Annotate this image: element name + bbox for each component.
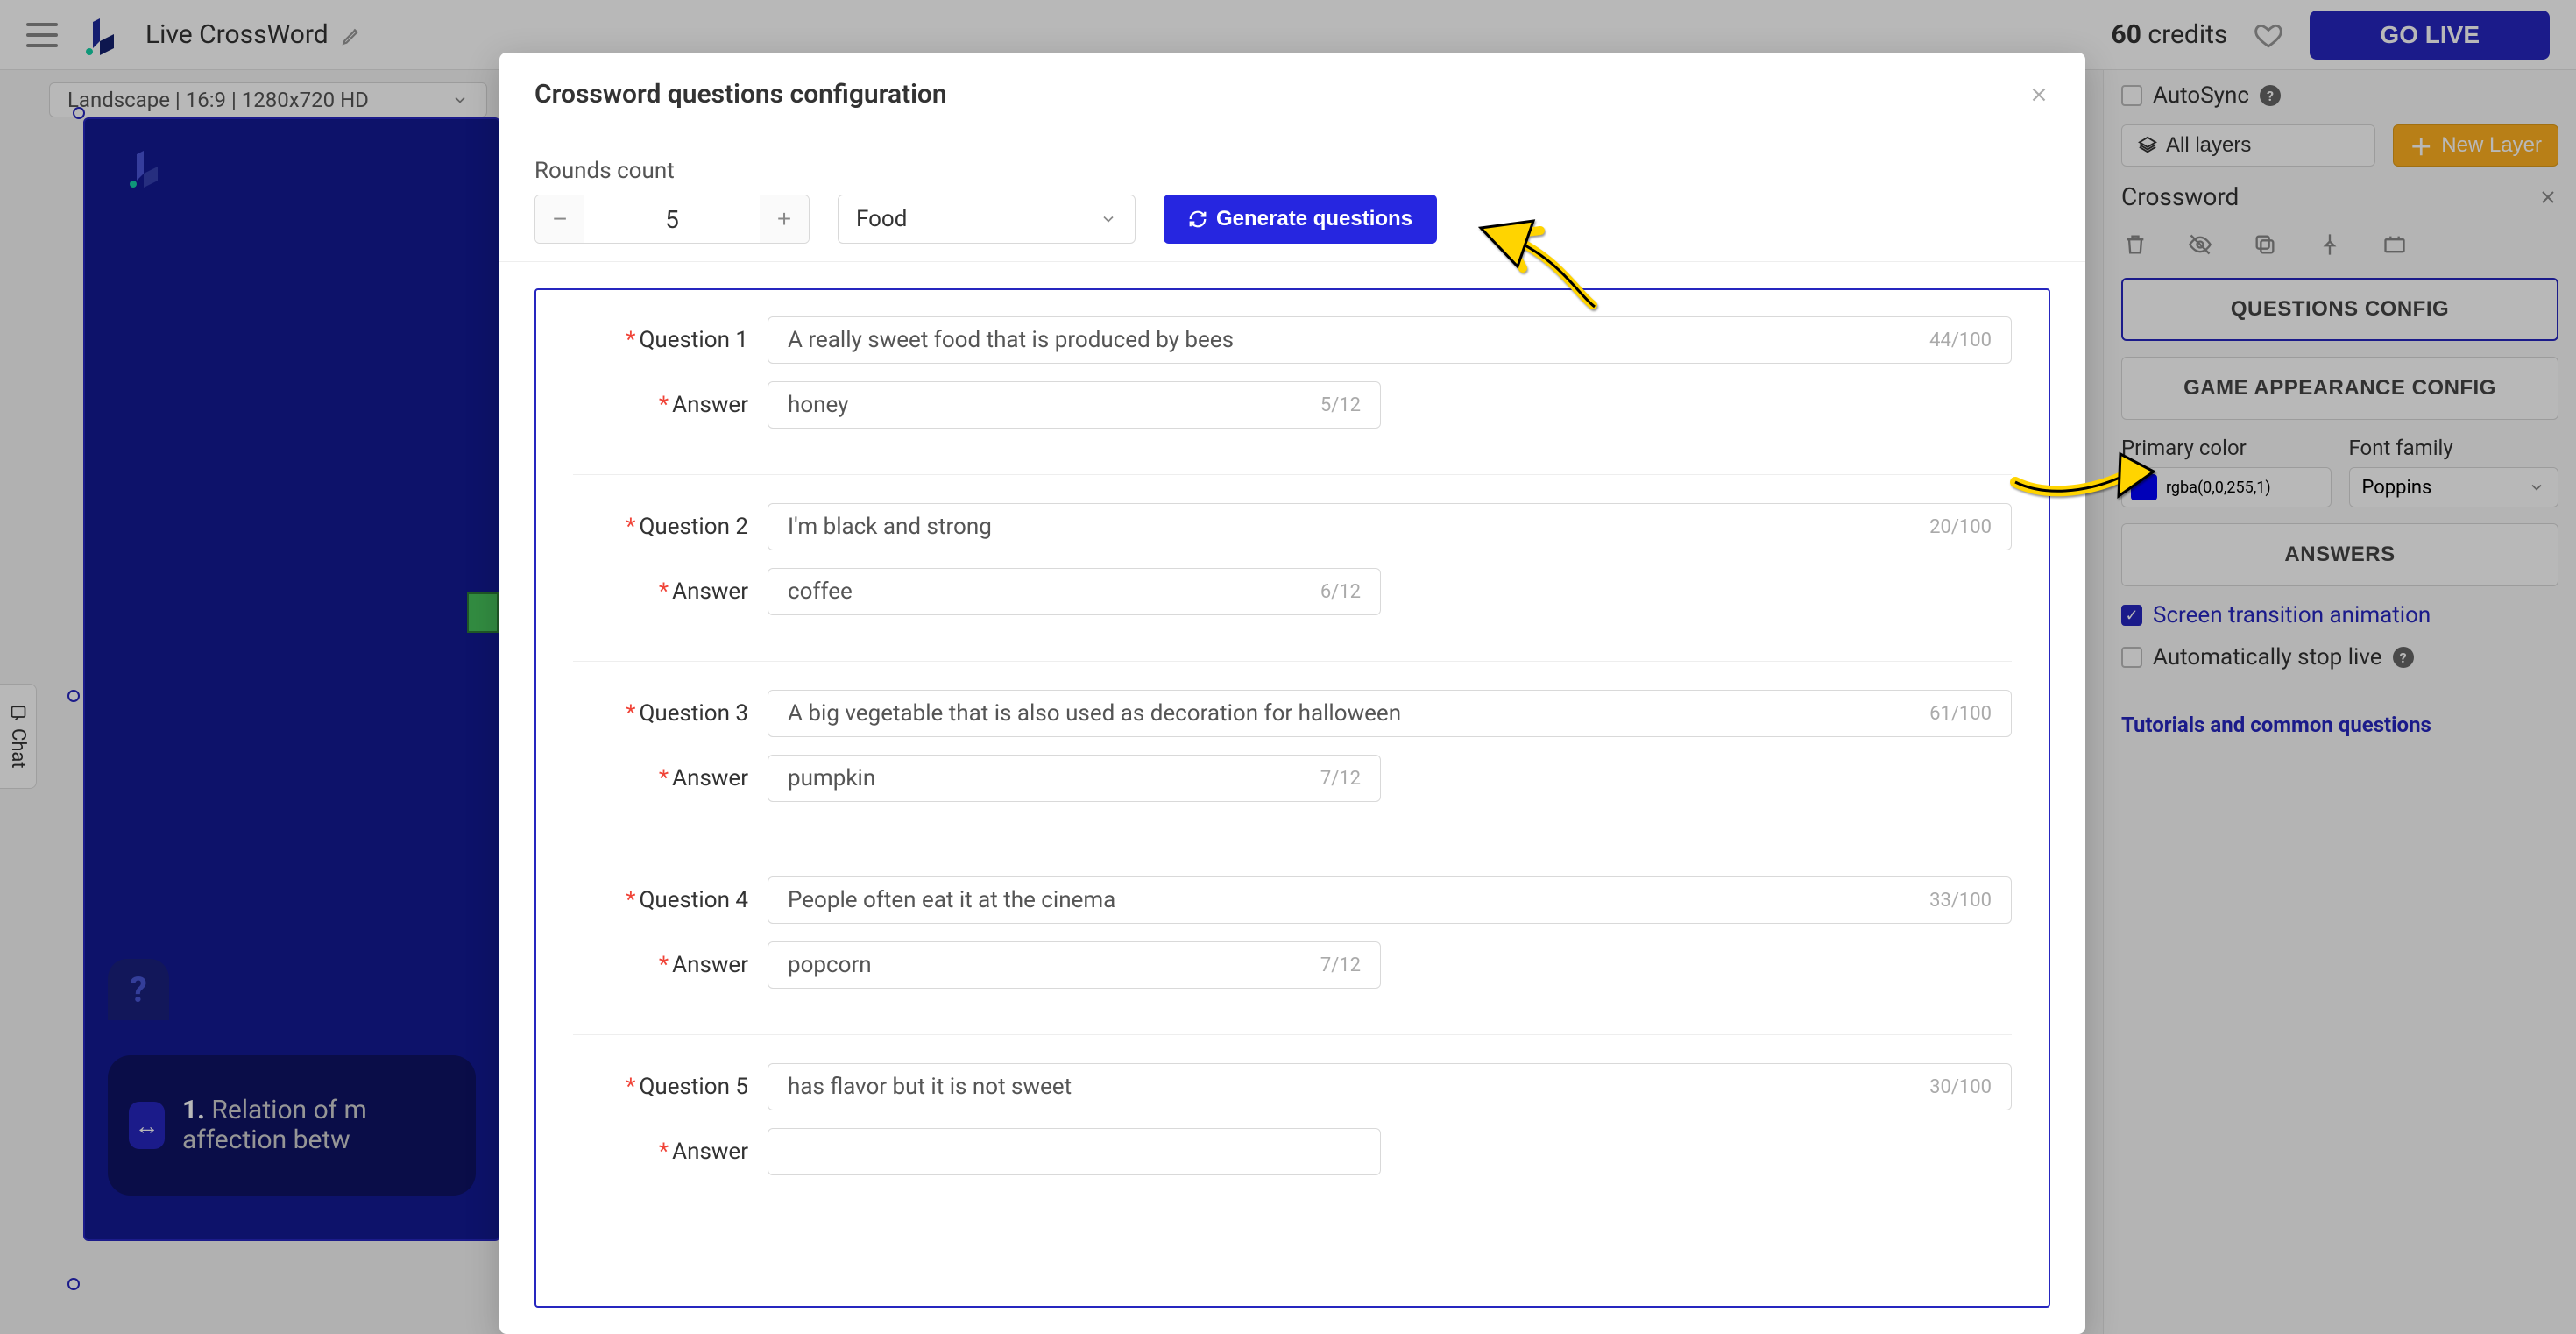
question-label: *Question 3 [573,700,748,727]
answer-label: *Answer [573,578,748,605]
question-label: *Question 2 [573,514,748,540]
modal-header: Crossword questions configuration [499,53,2085,131]
question-label: *Question 5 [573,1074,748,1100]
char-count: 33/100 [1929,890,1992,912]
rounds-label: Rounds count [534,158,2050,184]
char-count: 7/12 [1320,768,1361,790]
question-value: A really sweet food that is produced by … [788,327,1234,353]
category-select[interactable]: Food [838,195,1136,244]
rounds-value[interactable]: 5 [584,205,760,234]
question-input[interactable]: A big vegetable that is also used as dec… [768,690,2012,737]
question-section: *Question 3 A big vegetable that is also … [573,690,2012,848]
answer-input[interactable]: coffee 6/12 [768,568,1381,615]
char-count: 44/100 [1929,330,1992,351]
answer-input[interactable]: honey 5/12 [768,381,1381,429]
questions-config-modal: Crossword questions configuration Rounds… [499,53,2085,1334]
answer-label: *Answer [573,392,748,418]
question-section: *Question 2 I'm black and strong 20/100 *An… [573,503,2012,662]
answer-label: *Answer [573,952,748,978]
category-value: Food [856,206,907,232]
char-count: 61/100 [1929,703,1992,725]
char-count: 30/100 [1929,1076,1992,1098]
question-section: *Question 5 has flavor but it is not swee… [573,1063,2012,1221]
question-input[interactable]: People often eat it at the cinema 33/100 [768,876,2012,924]
generate-label: Generate questions [1216,207,1412,231]
answer-value: popcorn [788,952,872,978]
modal-body: *Question 1 A really sweet food that is p… [499,262,2085,1334]
char-count: 5/12 [1320,394,1361,416]
answer-input[interactable]: pumpkin 7/12 [768,755,1381,802]
char-count: 6/12 [1320,581,1361,603]
modal-title: Crossword questions configuration [534,79,947,110]
question-value: People often eat it at the cinema [788,887,1115,913]
question-input[interactable]: A really sweet food that is produced by … [768,316,2012,364]
modal-controls: Rounds count − 5 + Food Generate questio… [499,131,2085,262]
question-section: *Question 4 People often eat it at the ci… [573,876,2012,1035]
answer-value: pumpkin [788,765,875,791]
char-count: 20/100 [1929,516,1992,538]
chevron-down-icon [1100,210,1117,228]
question-value: has flavor but it is not sweet [788,1074,1072,1100]
question-label: *Question 1 [573,327,748,353]
stepper-plus-button[interactable]: + [760,195,809,244]
question-section: *Question 1 A really sweet food that is p… [573,316,2012,475]
answer-label: *Answer [573,1139,748,1165]
question-value: I'm black and strong [788,514,992,540]
question-input[interactable]: I'm black and strong 20/100 [768,503,2012,550]
answer-value: coffee [788,578,853,605]
refresh-icon [1188,209,1207,229]
rounds-stepper: − 5 + [534,195,810,244]
answer-input[interactable]: popcorn 7/12 [768,941,1381,989]
answer-value: honey [788,392,848,418]
close-icon[interactable] [2028,83,2050,106]
stepper-minus-button[interactable]: − [535,195,584,244]
question-label: *Question 4 [573,887,748,913]
char-count: 7/12 [1320,954,1361,976]
question-value: A big vegetable that is also used as dec… [788,700,1401,727]
question-input[interactable]: has flavor but it is not sweet 30/100 [768,1063,2012,1110]
answer-label: *Answer [573,765,748,791]
generate-questions-button[interactable]: Generate questions [1164,195,1437,244]
answer-input[interactable] [768,1128,1381,1175]
